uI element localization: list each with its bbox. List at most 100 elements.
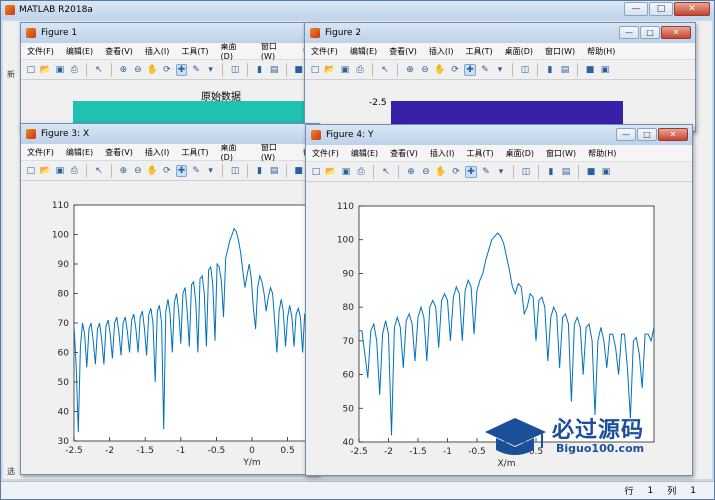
- menu-item-2[interactable]: 查看(V): [105, 46, 133, 57]
- pointer-icon[interactable]: ↖: [93, 64, 105, 76]
- close-button[interactable]: ✕: [661, 26, 691, 39]
- maximize-button[interactable]: □: [637, 128, 657, 141]
- data-cursor-icon[interactable]: ✚: [175, 63, 188, 76]
- menu-item-6[interactable]: 窗口(W): [546, 148, 576, 159]
- new-file-icon[interactable]: □: [310, 166, 322, 178]
- menu-item-2[interactable]: 查看(V): [390, 148, 418, 159]
- rotate-icon[interactable]: ⟳: [161, 165, 173, 177]
- menu-item-0[interactable]: 文件(F): [27, 147, 54, 158]
- menu-item-5[interactable]: 桌面(D): [505, 46, 533, 57]
- data-cursor-icon[interactable]: ✚: [175, 164, 188, 177]
- figure-2-title-bar[interactable]: Figure 2 — □ ✕: [305, 23, 695, 43]
- figure-1-title-bar[interactable]: Figure 1: [21, 23, 319, 43]
- legend-icon[interactable]: ▤: [268, 165, 280, 177]
- link-plot-icon[interactable]: ◫: [229, 165, 241, 177]
- pan-icon[interactable]: ✋: [147, 165, 159, 177]
- menu-item-3[interactable]: 插入(I): [145, 147, 170, 158]
- rotate-icon[interactable]: ⟳: [161, 64, 173, 76]
- brush-icon[interactable]: ✎: [479, 64, 491, 76]
- menu-item-7[interactable]: 帮助(H): [587, 46, 615, 57]
- link-plot-icon[interactable]: ◫: [519, 64, 531, 76]
- data-cursor-icon[interactable]: ✚: [464, 63, 476, 76]
- zoom-in-icon[interactable]: ⊕: [118, 165, 130, 177]
- figure-4-title-bar[interactable]: Figure 4: Y — □ ✕: [306, 125, 692, 145]
- maximize-button[interactable]: □: [649, 2, 673, 16]
- menu-item-1[interactable]: 编辑(E): [66, 46, 93, 57]
- new-file-icon[interactable]: □: [25, 165, 37, 177]
- save-icon[interactable]: ▣: [54, 64, 66, 76]
- new-file-icon[interactable]: □: [25, 64, 37, 76]
- minimize-button[interactable]: —: [619, 26, 639, 39]
- hide-tools-icon[interactable]: ■: [584, 64, 596, 76]
- menu-item-1[interactable]: 编辑(E): [66, 147, 93, 158]
- menu-item-4[interactable]: 工具(T): [466, 148, 493, 159]
- save-icon[interactable]: ▣: [340, 166, 352, 178]
- brush-icon[interactable]: ✎: [190, 64, 202, 76]
- print-icon[interactable]: ⎙: [354, 64, 366, 76]
- minimize-button[interactable]: —: [616, 128, 636, 141]
- link-plot-icon[interactable]: ◫: [229, 64, 241, 76]
- menu-item-1[interactable]: 编辑(E): [350, 46, 377, 57]
- menu-item-3[interactable]: 插入(I): [429, 46, 454, 57]
- menu-item-2[interactable]: 查看(V): [105, 147, 133, 158]
- maximize-button[interactable]: □: [640, 26, 660, 39]
- menu-item-4[interactable]: 工具(T): [465, 46, 492, 57]
- colorbar-icon[interactable]: ▮: [545, 166, 557, 178]
- menu-item-3[interactable]: 插入(I): [145, 46, 170, 57]
- menu-item-0[interactable]: 文件(F): [312, 148, 339, 159]
- zoom-in-icon[interactable]: ⊕: [405, 166, 417, 178]
- link-plot-icon[interactable]: ◫: [520, 166, 532, 178]
- print-icon[interactable]: ⎙: [69, 165, 81, 177]
- menu-item-1[interactable]: 编辑(E): [351, 148, 378, 159]
- menu-item-3[interactable]: 插入(I): [430, 148, 455, 159]
- dock-icon[interactable]: ▣: [600, 166, 612, 178]
- dock-icon[interactable]: ▣: [599, 64, 611, 76]
- menu-item-6[interactable]: 窗口(W): [261, 142, 291, 162]
- pointer-icon[interactable]: ↖: [93, 165, 105, 177]
- close-button[interactable]: ✕: [674, 2, 710, 16]
- zoom-out-icon[interactable]: ⊖: [419, 64, 431, 76]
- legend-icon[interactable]: ▤: [559, 64, 571, 76]
- menu-item-6[interactable]: 窗口(W): [261, 41, 291, 61]
- save-icon[interactable]: ▣: [339, 64, 351, 76]
- dropdown-arrow-icon[interactable]: ▾: [494, 64, 506, 76]
- open-file-icon[interactable]: 📂: [324, 64, 336, 76]
- hide-tools-icon[interactable]: ■: [585, 166, 597, 178]
- rotate-icon[interactable]: ⟳: [450, 166, 462, 178]
- legend-icon[interactable]: ▤: [560, 166, 572, 178]
- dropdown-arrow-icon[interactable]: ▾: [205, 165, 217, 177]
- close-button[interactable]: ✕: [658, 128, 688, 141]
- menu-item-4[interactable]: 工具(T): [181, 46, 208, 57]
- hide-tools-icon[interactable]: ■: [293, 64, 305, 76]
- open-file-icon[interactable]: 📂: [40, 165, 52, 177]
- save-icon[interactable]: ▣: [54, 165, 66, 177]
- brush-icon[interactable]: ✎: [190, 165, 202, 177]
- rotate-icon[interactable]: ⟳: [449, 64, 461, 76]
- figure-3-title-bar[interactable]: Figure 3: X: [21, 124, 319, 144]
- print-icon[interactable]: ⎙: [69, 64, 81, 76]
- dropdown-arrow-icon[interactable]: ▾: [205, 64, 217, 76]
- menu-item-0[interactable]: 文件(F): [27, 46, 54, 57]
- menu-item-7[interactable]: 帮助(H): [588, 148, 616, 159]
- pointer-icon[interactable]: ↖: [380, 166, 392, 178]
- menu-item-4[interactable]: 工具(T): [181, 147, 208, 158]
- zoom-in-icon[interactable]: ⊕: [118, 64, 130, 76]
- open-file-icon[interactable]: 📂: [325, 166, 337, 178]
- pan-icon[interactable]: ✋: [434, 64, 446, 76]
- menu-item-6[interactable]: 窗口(W): [545, 46, 575, 57]
- menu-item-0[interactable]: 文件(F): [311, 46, 338, 57]
- pan-icon[interactable]: ✋: [147, 64, 159, 76]
- legend-icon[interactable]: ▤: [268, 64, 280, 76]
- new-file-icon[interactable]: □: [309, 64, 321, 76]
- data-cursor-icon[interactable]: ✚: [465, 165, 477, 178]
- print-icon[interactable]: ⎙: [355, 166, 367, 178]
- zoom-in-icon[interactable]: ⊕: [404, 64, 416, 76]
- colorbar-icon[interactable]: ▮: [544, 64, 556, 76]
- zoom-out-icon[interactable]: ⊖: [420, 166, 432, 178]
- minimize-button[interactable]: —: [624, 2, 648, 16]
- zoom-out-icon[interactable]: ⊖: [132, 165, 144, 177]
- colorbar-icon[interactable]: ▮: [254, 64, 266, 76]
- menu-item-5[interactable]: 桌面(D): [506, 148, 534, 159]
- dropdown-arrow-icon[interactable]: ▾: [495, 166, 507, 178]
- menu-item-5[interactable]: 桌面(D): [221, 142, 249, 162]
